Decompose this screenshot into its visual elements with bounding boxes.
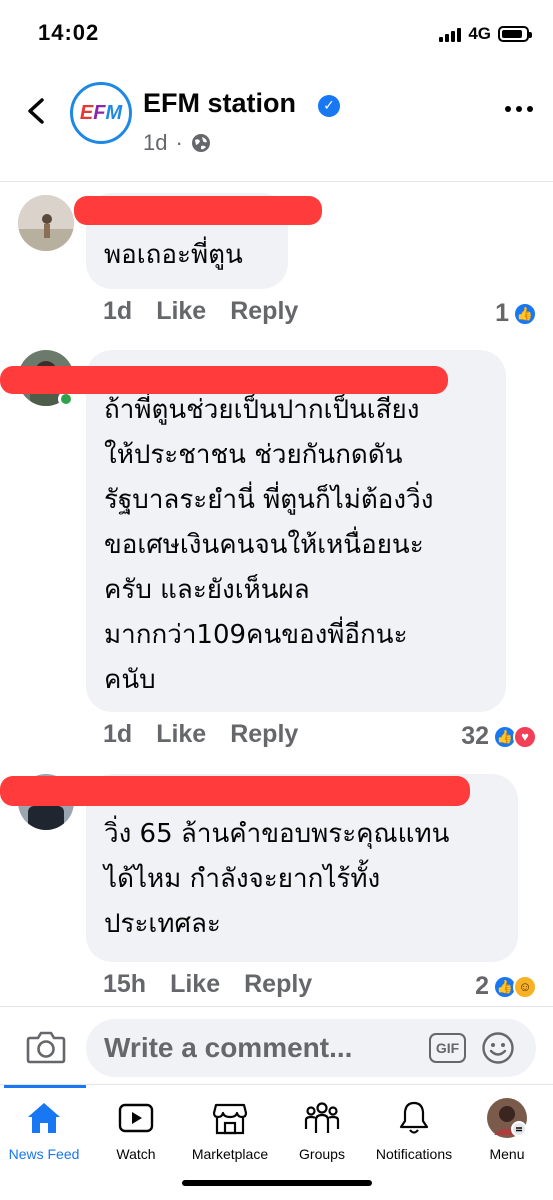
- profile-avatar: [457, 1097, 553, 1138]
- tab-menu[interactable]: Menu: [457, 1095, 553, 1165]
- page-name[interactable]: EFM station: [143, 88, 296, 119]
- home-icon: [28, 1103, 60, 1133]
- network-type: 4G: [468, 24, 491, 43]
- camera-icon[interactable]: [26, 1029, 66, 1065]
- like-button[interactable]: Like: [156, 297, 206, 326]
- tab-label: Groups: [299, 1146, 345, 1162]
- love-reaction-icon: ♥: [513, 724, 537, 749]
- commenter-avatar[interactable]: [18, 195, 74, 251]
- bell-icon: [399, 1101, 429, 1134]
- page-logo: EFM: [79, 101, 123, 124]
- comment-actions: 1d Like Reply: [103, 720, 298, 749]
- comment-text: พอเถอะพี่ตูน: [104, 240, 243, 270]
- tab-label: Marketplace: [191, 1146, 269, 1162]
- tab-watch[interactable]: Watch: [86, 1095, 186, 1165]
- comment-actions: 1d Like Reply: [103, 297, 298, 326]
- comment-composer: Write a comment... GIF: [0, 1006, 553, 1084]
- like-button[interactable]: Like: [156, 720, 206, 749]
- comment-actions: 15h Like Reply: [103, 970, 312, 999]
- comments-list: พอเถอะพี่ตูน 1d Like Reply 1 👍 ถ้าพี่ตูน…: [0, 183, 553, 1005]
- comment: ถ้าพี่ตูนช่วยเป็นปากเป็นเสียง ให้ประชาชน…: [0, 348, 553, 768]
- home-indicator: [182, 1180, 372, 1186]
- meta-separator: ·: [175, 130, 183, 155]
- comment-time: 1d: [103, 297, 133, 325]
- haha-reaction-icon: ☺: [513, 974, 537, 999]
- groups-icon: [304, 1102, 340, 1133]
- comment-text: ถ้าพี่ตูนช่วยเป็นปากเป็นเสียง ให้ประชาชน…: [104, 395, 434, 695]
- post-age: 1d: [143, 130, 168, 155]
- comment-text: วิ่ง 65 ล้านคำขอบพระคุณแทน ได้ไหม กำลังจ…: [104, 819, 450, 939]
- comment-time: 15h: [103, 970, 147, 998]
- comment-time: 1d: [103, 720, 133, 748]
- redacted-name: [0, 366, 448, 394]
- tab-marketplace[interactable]: Marketplace: [180, 1095, 280, 1165]
- globe-icon: [191, 134, 210, 152]
- comment-placeholder: Write a comment...: [104, 1032, 353, 1063]
- comment-input[interactable]: Write a comment... GIF: [86, 1019, 536, 1077]
- reply-button[interactable]: Reply: [230, 297, 298, 326]
- comment: พอเถอะพี่ตูน 1d Like Reply 1 👍: [0, 183, 553, 348]
- like-button[interactable]: Like: [170, 970, 220, 999]
- back-arrow-icon[interactable]: [22, 96, 52, 126]
- status-time: 14:02: [38, 20, 100, 45]
- tab-groups[interactable]: Groups: [272, 1095, 372, 1165]
- status-indicators: 4G: [439, 24, 532, 44]
- tab-label: Notifications: [375, 1146, 453, 1162]
- tab-news-feed[interactable]: News Feed: [0, 1095, 94, 1165]
- signal-icon: [439, 26, 462, 42]
- tab-notifications[interactable]: Notifications: [364, 1095, 464, 1165]
- reply-button[interactable]: Reply: [244, 970, 312, 999]
- comment: วิ่ง 65 ล้านคำขอบพระคุณแทน ได้ไหม กำลังจ…: [0, 768, 553, 1005]
- comment-bubble: ถ้าพี่ตูนช่วยเป็นปากเป็นเสียง ให้ประชาชน…: [86, 350, 506, 712]
- reaction-summary[interactable]: 32 👍 ♥: [461, 722, 537, 751]
- active-tab-indicator: [4, 1085, 86, 1088]
- emoji-icon[interactable]: [481, 1031, 515, 1065]
- redacted-name: [0, 776, 470, 806]
- reaction-summary[interactable]: 2 👍 ☺: [475, 972, 537, 1001]
- status-bar: 14:02 4G: [0, 0, 553, 66]
- tab-label: Watch: [116, 1146, 156, 1162]
- tab-label: News Feed: [8, 1146, 80, 1162]
- reaction-count: 32: [461, 722, 489, 750]
- verified-badge-icon: ✓: [318, 95, 340, 117]
- reaction-count: 1: [495, 299, 509, 327]
- page-avatar[interactable]: EFM: [70, 82, 132, 144]
- gif-button[interactable]: GIF: [429, 1033, 466, 1063]
- more-options-icon[interactable]: [505, 106, 533, 112]
- reply-button[interactable]: Reply: [230, 720, 298, 749]
- post-header: EFM EFM station ✓ 1d ·: [0, 70, 553, 182]
- post-meta: 1d ·: [143, 130, 211, 156]
- watch-icon: [118, 1103, 154, 1133]
- battery-icon: [498, 26, 532, 42]
- marketplace-icon: [212, 1103, 248, 1135]
- reaction-count: 2: [475, 972, 489, 1000]
- like-reaction-icon: 👍: [513, 301, 537, 326]
- redacted-name: [74, 196, 322, 225]
- tab-label: Menu: [489, 1146, 525, 1162]
- reaction-summary[interactable]: 1 👍: [495, 299, 537, 328]
